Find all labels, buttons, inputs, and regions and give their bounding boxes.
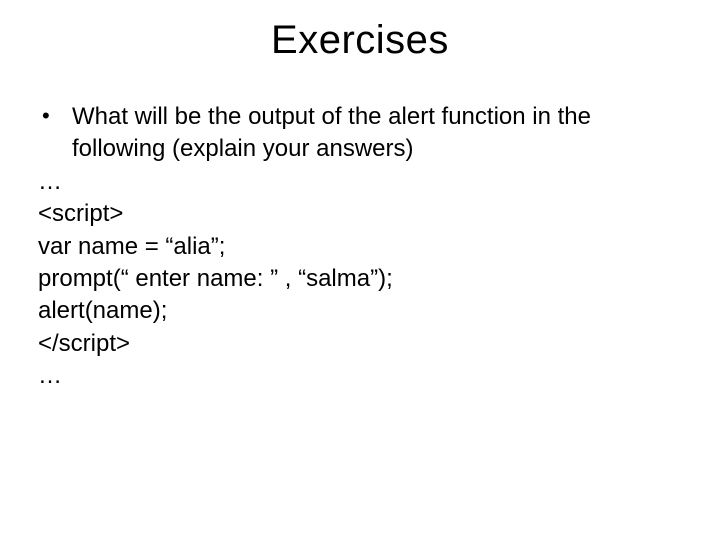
code-line: … — [38, 166, 690, 198]
bullet-dot-icon: • — [38, 101, 72, 132]
slide-title: Exercises — [0, 18, 720, 63]
slide: Exercises • What will be the output of t… — [0, 18, 720, 558]
bullet-text: What will be the output of the alert fun… — [72, 101, 690, 166]
code-block: … <script> var name = “alia”; prompt(“ e… — [38, 166, 690, 393]
bullet-item: • What will be the output of the alert f… — [38, 101, 690, 166]
code-line: </script> — [38, 328, 690, 360]
slide-body: • What will be the output of the alert f… — [0, 101, 720, 393]
code-line: <script> — [38, 198, 690, 230]
code-line: alert(name); — [38, 295, 690, 327]
code-line: … — [38, 360, 690, 392]
code-line: prompt(“ enter name: ” , “salma”); — [38, 263, 690, 295]
code-line: var name = “alia”; — [38, 231, 690, 263]
